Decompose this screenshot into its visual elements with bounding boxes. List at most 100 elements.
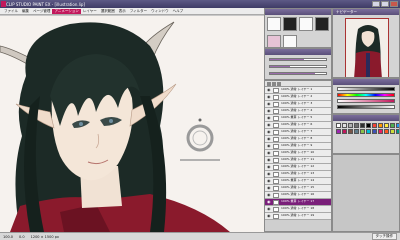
density-slider[interactable] (269, 72, 327, 75)
brush-preset[interactable] (299, 17, 313, 31)
color-swatch[interactable] (366, 129, 371, 134)
menu-item[interactable]: 選択範囲 (99, 9, 117, 14)
layer-row[interactable]: ◉ 100% 通常 レイヤー 3 (265, 101, 331, 108)
visibility-eye-icon[interactable]: ◉ (267, 158, 271, 162)
brush-preset[interactable] (315, 17, 329, 31)
color-swatch[interactable] (384, 129, 389, 134)
color-swatch[interactable] (384, 123, 389, 128)
menu-item[interactable]: ファイル (2, 9, 20, 14)
color-swatch[interactable] (390, 129, 395, 134)
visibility-eye-icon[interactable]: ◉ (267, 95, 271, 99)
close-button[interactable] (390, 1, 398, 7)
layer-label: 100% 通常 レイヤー 10 (281, 150, 315, 155)
zoom-readout[interactable]: 100.0 (3, 235, 13, 239)
layer-row[interactable]: ◉ 100% 通常 レイヤー 11 (265, 157, 331, 164)
color-swatch[interactable] (378, 123, 383, 128)
menu-item[interactable]: レイヤー (81, 9, 99, 14)
color-swatch[interactable] (342, 123, 347, 128)
color-swatch[interactable] (372, 129, 377, 134)
menu-item[interactable]: ウィンドウ (149, 9, 171, 14)
color-swatch[interactable] (396, 129, 399, 134)
drawing-canvas[interactable] (0, 16, 264, 232)
visibility-eye-icon[interactable]: ◉ (267, 186, 271, 190)
color-swatch[interactable] (360, 129, 365, 134)
visibility-eye-icon[interactable]: ◉ (267, 123, 271, 127)
opacity-slider[interactable] (269, 65, 327, 68)
menu-item[interactable]: ページ管理 (31, 9, 52, 14)
layer-row[interactable]: ◉ 100% 通常 レイヤー 16 (265, 192, 331, 199)
hue-bar[interactable] (337, 93, 395, 97)
brush-preset[interactable] (283, 35, 297, 47)
layer-row[interactable]: ◉ 100% 通常 レイヤー 9 (265, 143, 331, 150)
visibility-eye-icon[interactable]: ◉ (267, 102, 271, 106)
color-swatch[interactable] (372, 123, 377, 128)
visibility-eye-icon[interactable]: ◉ (267, 179, 271, 183)
minimize-button[interactable] (372, 1, 380, 7)
menu-item[interactable]: ヘルプ (171, 9, 186, 14)
layer-row[interactable]: ◉ 100% 通常 レイヤー 15 (265, 185, 331, 192)
color-swatch[interactable] (378, 129, 383, 134)
layer-thumbnail (273, 143, 279, 149)
visibility-eye-icon[interactable]: ◉ (267, 151, 271, 155)
luminance-bar[interactable] (337, 87, 395, 91)
color-swatch[interactable] (348, 129, 353, 134)
menu-item[interactable]: フィルター (128, 9, 149, 14)
visibility-eye-icon[interactable]: ◉ (267, 109, 271, 113)
layer-row[interactable]: ◉ 100% 通常 レイヤー 1 (265, 87, 331, 94)
color-swatch[interactable] (360, 123, 365, 128)
color-swatch[interactable] (354, 129, 359, 134)
layer-row[interactable]: ◉ 100% 通常 レイヤー 10 (265, 150, 331, 157)
tool-property-panel (264, 48, 332, 80)
layer-row[interactable]: ◉ 100% 通常 レイヤー 6 (265, 122, 331, 129)
layer-row[interactable]: ◉ 100% 乗算 レイヤー 14 (265, 178, 331, 185)
layer-row[interactable]: ◉ 100% 通常 レイヤー 12 (265, 164, 331, 171)
layer-row[interactable]: ◉ 100% 通常 レイヤー 2 (265, 94, 331, 101)
maximize-button[interactable] (381, 1, 389, 7)
layer-row[interactable]: ◉ 100% 通常 レイヤー 4 (265, 108, 331, 115)
new-layer-icon[interactable] (267, 81, 271, 86)
touch-mode-button[interactable]: タッチ操作 (371, 233, 397, 240)
visibility-eye-icon[interactable]: ◉ (267, 172, 271, 176)
angle-readout[interactable]: 0.0 (19, 235, 25, 239)
layer-row[interactable]: ◉ 100% 通常 レイヤー 18 (265, 206, 331, 213)
visibility-eye-icon[interactable]: ◉ (267, 130, 271, 134)
navigator-thumbnail[interactable] (345, 18, 389, 77)
menu-item[interactable]: 編集 (20, 9, 31, 14)
visibility-eye-icon[interactable]: ◉ (267, 116, 271, 120)
layer-row[interactable]: ◉ 100% 乗算 レイヤー 17 (265, 199, 331, 206)
layer-row[interactable]: ◉ 100% 通常 レイヤー 19 (265, 213, 331, 220)
layer-row[interactable]: ◉ 100% 通常 レイヤー 7 (265, 129, 331, 136)
layer-label: 100% 通常 レイヤー 12 (281, 164, 315, 169)
value-bar[interactable] (337, 105, 395, 109)
visibility-eye-icon[interactable]: ◉ (267, 144, 271, 148)
visibility-eye-icon[interactable]: ◉ (267, 200, 271, 204)
color-swatch[interactable] (336, 129, 341, 134)
color-swatch[interactable] (396, 123, 399, 128)
layer-row[interactable]: ◉ 100% 乗算 レイヤー 5 (265, 115, 331, 122)
color-swatch[interactable] (336, 123, 341, 128)
layer-row[interactable]: ◉ 100% 通常 レイヤー 13 (265, 171, 331, 178)
visibility-eye-icon[interactable]: ◉ (267, 214, 271, 218)
color-swatch[interactable] (390, 123, 395, 128)
menu-item[interactable]: アニメーション (52, 8, 81, 14)
brush-size-slider[interactable] (269, 58, 327, 61)
color-swatch[interactable] (366, 123, 371, 128)
delete-icon[interactable] (277, 81, 281, 86)
color-swatch[interactable] (348, 123, 353, 128)
layer-label: 100% 通常 レイヤー 6 (281, 122, 313, 127)
folder-icon[interactable] (272, 81, 276, 86)
brush-preset[interactable] (283, 17, 297, 31)
color-panel (332, 78, 400, 114)
menu-item[interactable]: 表示 (117, 9, 128, 14)
color-swatch[interactable] (354, 123, 359, 128)
visibility-eye-icon[interactable]: ◉ (267, 137, 271, 141)
brush-preset[interactable] (267, 17, 281, 31)
visibility-eye-icon[interactable]: ◉ (267, 207, 271, 211)
color-swatch[interactable] (342, 129, 347, 134)
visibility-eye-icon[interactable]: ◉ (267, 165, 271, 169)
layer-row[interactable]: ◉ 100% 通常 レイヤー 8 (265, 136, 331, 143)
brush-preset[interactable] (267, 35, 281, 47)
saturation-bar[interactable] (337, 99, 395, 103)
visibility-eye-icon[interactable]: ◉ (267, 88, 271, 92)
visibility-eye-icon[interactable]: ◉ (267, 193, 271, 197)
